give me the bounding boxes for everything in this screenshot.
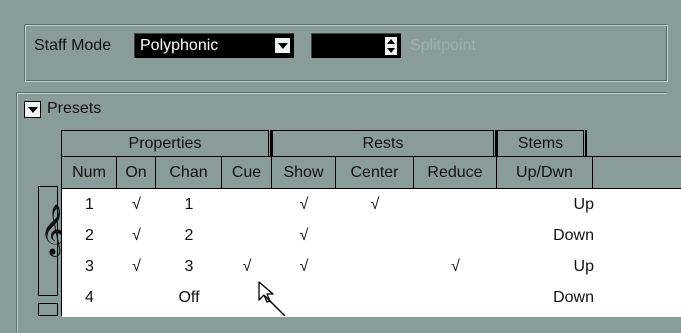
cell-updwn[interactable]: Down [497,220,594,251]
col-header-num[interactable]: Num [62,157,117,189]
cell-chan[interactable]: 3 [156,251,222,282]
chevron-down-icon[interactable] [274,37,291,54]
cell-updwn[interactable]: Up [497,189,594,220]
table-row[interactable]: 3 √ 3 √ √ √ Up [62,251,681,282]
group-header-properties: Properties [61,130,272,156]
voice-clef-box-lower [38,303,58,316]
cell-num[interactable]: 4 [62,282,117,313]
table-row[interactable]: 4 Off Down [62,282,681,313]
group-properties-label: Properties [128,135,202,152]
group-header-stems: Stems [497,130,587,156]
cell-show[interactable]: √ [272,189,336,220]
col-header-chan[interactable]: Chan [156,157,222,189]
cell-chan[interactable]: Off [156,282,222,313]
cell-cue[interactable] [222,220,272,251]
cell-num[interactable]: 2 [62,220,117,251]
col-header-show[interactable]: Show [272,157,336,189]
table-row[interactable]: 1 √ 1 √ √ Up [62,189,681,220]
cell-center[interactable] [336,220,414,251]
cell-show[interactable]: √ [272,220,336,251]
spinner-arrows-icon[interactable] [384,36,398,56]
splitpoint-label: Splitpoint [410,37,476,54]
cell-show[interactable]: √ [272,251,336,282]
cell-chan[interactable]: 2 [156,220,222,251]
staff-mode-label: Staff Mode [34,37,112,54]
group-header-rests: Rests [272,130,497,156]
score-settings-window: Staff Mode Polyphonic Splitpoint Presets… [0,0,681,333]
cell-reduce[interactable] [414,189,497,220]
cell-chan[interactable]: 1 [156,189,222,220]
cell-on[interactable]: √ [117,220,156,251]
cell-on[interactable]: √ [117,189,156,220]
voices-table: Num On Chan Cue Show Center Reduce Up/Dw… [61,156,681,317]
table-body: 1 √ 1 √ √ Up 2 √ 2 √ Down 3 √ 3 √ √ √ Up… [62,189,681,317]
cell-reduce[interactable] [414,282,497,313]
cell-on[interactable]: √ [117,251,156,282]
cell-num[interactable]: 3 [62,251,117,282]
mouse-pointer-icon [258,281,286,316]
voice-clef-box: 𝄞 [38,186,66,296]
cell-on[interactable] [117,282,156,313]
col-header-empty [593,157,681,189]
col-header-reduce[interactable]: Reduce [414,157,497,189]
cell-center[interactable]: √ [336,189,414,220]
cell-center[interactable] [336,282,414,313]
group-stems-label: Stems [517,135,564,152]
cell-center[interactable] [336,251,414,282]
group-rests-label: Rests [362,135,404,152]
table-row[interactable]: 2 √ 2 √ Down [62,220,681,251]
cell-reduce[interactable]: √ [414,251,497,282]
col-header-updwn[interactable]: Up/Dwn [497,157,593,189]
col-header-on[interactable]: On [117,157,156,189]
cell-cue[interactable] [222,189,272,220]
cell-reduce[interactable] [414,220,497,251]
cell-cue[interactable]: √ [222,251,272,282]
spinner-up-icon[interactable] [387,39,395,44]
spinner-down-icon[interactable] [387,48,395,53]
cell-updwn[interactable]: Up [497,251,594,282]
splitpoint-spinner[interactable] [311,33,401,58]
col-header-cue[interactable]: Cue [222,157,272,189]
cell-num[interactable]: 1 [62,189,117,220]
presets-toggle-chevron-down-icon[interactable] [24,101,41,118]
staff-mode-value: Polyphonic [140,37,219,54]
staff-mode-select[interactable]: Polyphonic [134,33,294,58]
presets-label: Presets [47,100,102,117]
table-header: Num On Chan Cue Show Center Reduce Up/Dw… [62,157,681,189]
cell-updwn[interactable]: Down [497,282,594,313]
col-header-center[interactable]: Center [336,157,414,189]
